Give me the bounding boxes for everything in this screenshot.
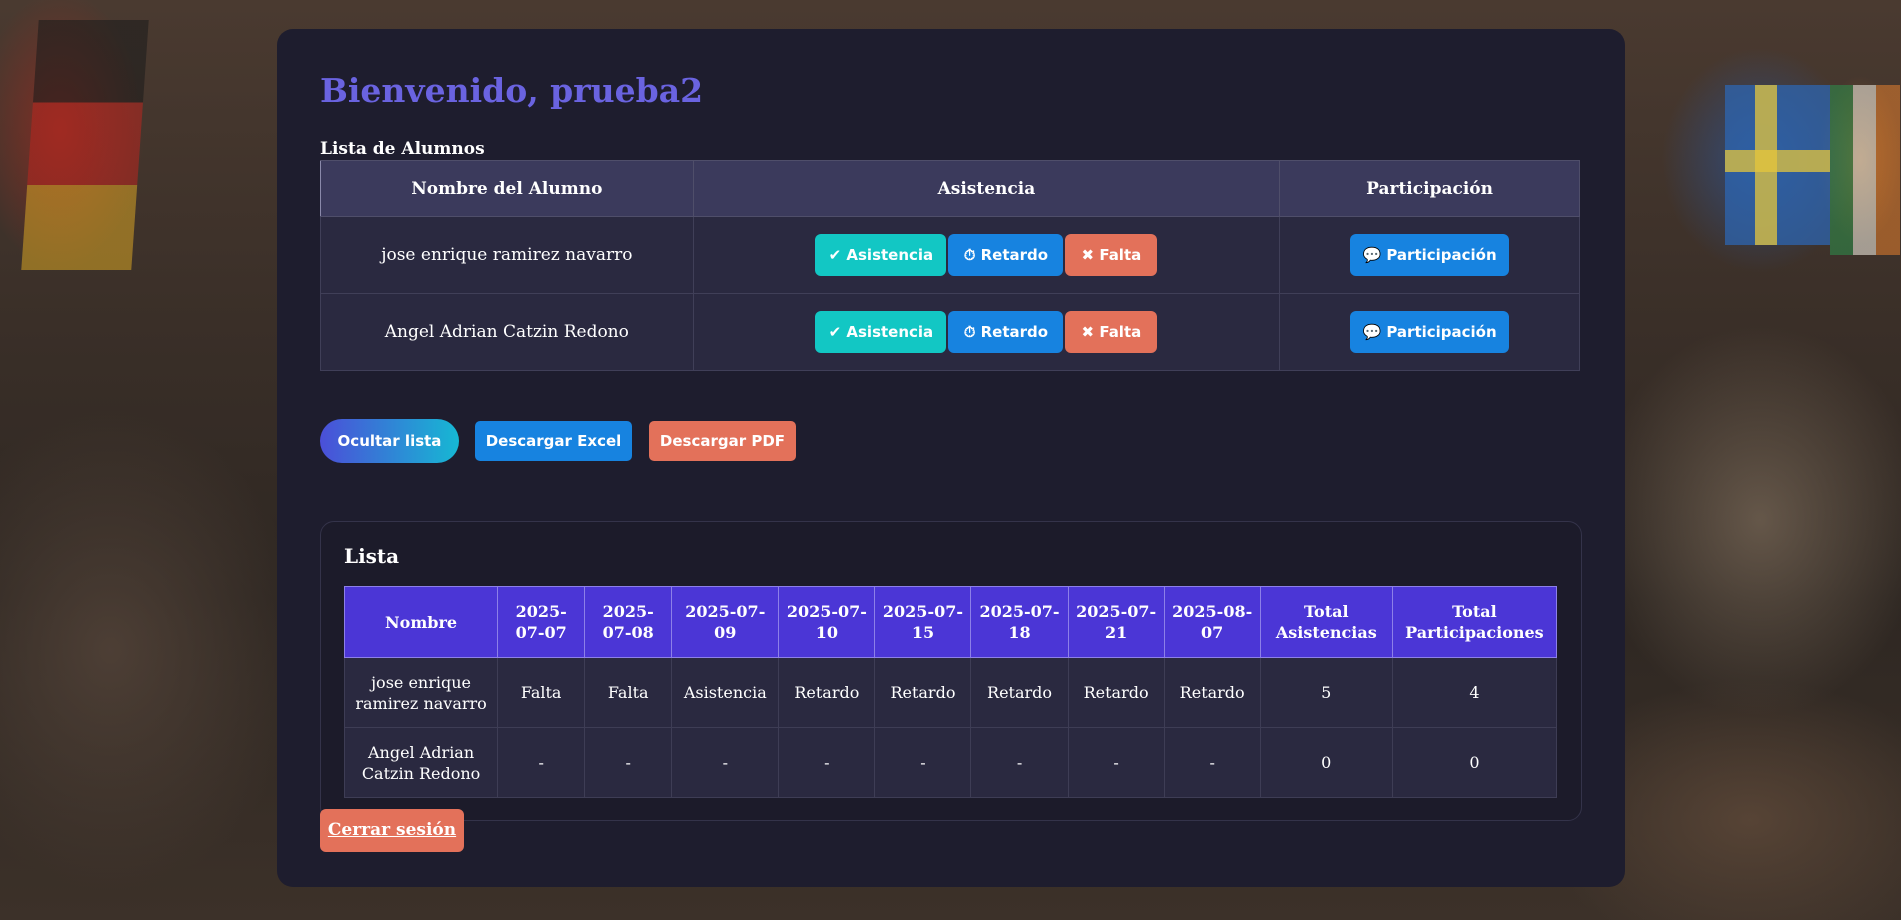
report-cell: Retardo: [778, 657, 876, 728]
report-column-header: 2025-07-15: [874, 586, 972, 658]
report-cell: -: [970, 727, 1069, 798]
table-row: Angel Adrian Catzin Redono - - - - - - -…: [343, 727, 1558, 798]
report-column-header: 2025-07-08: [584, 586, 673, 658]
report-title: Lista: [344, 544, 400, 568]
attendance-button[interactable]: ✔ Asistencia: [815, 234, 947, 276]
students-list-label: Lista de Alumnos: [320, 139, 485, 159]
report-cell: -: [1067, 727, 1165, 798]
attendance-cell: ✔ Asistencia ⏱ Retardo ✖ Falta: [692, 293, 1281, 371]
report-column-header: 2025-07-18: [970, 586, 1069, 658]
report-cell: -: [497, 727, 586, 798]
absent-button[interactable]: ✖ Falta: [1065, 234, 1158, 276]
report-cell: 4: [1391, 657, 1558, 728]
students-table: Nombre del Alumno Asistencia Participaci…: [320, 160, 1580, 371]
report-column-header: Total Asistencias: [1259, 586, 1393, 658]
report-column-header: 2025-07-09: [671, 586, 780, 658]
column-header-participation: Participación: [1279, 160, 1580, 217]
report-header-row: Nombre 2025-07-07 2025-07-08 2025-07-09 …: [343, 586, 1558, 658]
attendance-button[interactable]: ✔ Asistencia: [815, 311, 947, 353]
report-cell: -: [874, 727, 972, 798]
flag-decoration-left: [21, 20, 149, 270]
report-cell: -: [1163, 727, 1261, 798]
late-button[interactable]: ⏱ Retardo: [948, 311, 1064, 353]
report-column-header: 2025-07-21: [1067, 586, 1165, 658]
flag-decoration-far-right: [1830, 85, 1900, 255]
flag-cross-right-h: [1725, 150, 1830, 172]
attendance-cell: ✔ Asistencia ⏱ Retardo ✖ Falta: [692, 216, 1281, 294]
report-cell: -: [778, 727, 876, 798]
main-panel: Bienvenido, prueba2 Lista de Alumnos Nom…: [277, 29, 1625, 887]
report-cell: Retardo: [1067, 657, 1165, 728]
absent-button[interactable]: ✖ Falta: [1065, 311, 1158, 353]
download-excel-button[interactable]: Descargar Excel: [475, 421, 632, 461]
report-cell: -: [584, 727, 673, 798]
download-pdf-button[interactable]: Descargar PDF: [649, 421, 796, 461]
report-column-header: 2025-07-07: [497, 586, 586, 658]
participation-cell: 💬 Participación: [1279, 293, 1580, 371]
report-cell: -: [671, 727, 780, 798]
report-cell: Asistencia: [671, 657, 780, 728]
table-row: Angel Adrian Catzin Redono ✔ Asistencia ⏱…: [320, 293, 1580, 371]
report-cell: Falta: [584, 657, 673, 728]
report-table: Nombre 2025-07-07 2025-07-08 2025-07-09 …: [343, 586, 1558, 798]
report-cell: Falta: [497, 657, 586, 728]
report-cell: Angel Adrian Catzin Redono: [343, 727, 499, 798]
report-cell: jose enrique ramirez navarro: [343, 657, 499, 728]
page-title: Bienvenido, prueba2: [320, 71, 704, 110]
late-button[interactable]: ⏱ Retardo: [948, 234, 1064, 276]
participation-button[interactable]: 💬 Participación: [1350, 311, 1510, 353]
students-table-header: Nombre del Alumno Asistencia Participaci…: [320, 160, 1580, 217]
report-column-header: 2025-07-10: [778, 586, 876, 658]
report-card: Lista Nombre 2025-07-07 2025-07-08 2025-…: [320, 521, 1582, 821]
report-cell: 0: [1391, 727, 1558, 798]
student-name: jose enrique ramirez navarro: [320, 216, 694, 294]
report-column-header: 2025-08-07: [1163, 586, 1261, 658]
report-cell: Retardo: [1163, 657, 1261, 728]
report-cell: 0: [1259, 727, 1393, 798]
report-cell: Retardo: [970, 657, 1069, 728]
participation-button[interactable]: 💬 Participación: [1350, 234, 1510, 276]
table-row: jose enrique ramirez navarro ✔ Asistenci…: [320, 216, 1580, 294]
table-row: jose enrique ramirez navarro Falta Falta…: [343, 657, 1558, 728]
column-header-attendance: Asistencia: [692, 160, 1281, 217]
report-cell: Retardo: [874, 657, 972, 728]
report-column-header: Total Participaciones: [1391, 586, 1558, 658]
report-cell: 5: [1259, 657, 1393, 728]
logout-button[interactable]: Cerrar sesión: [320, 809, 464, 852]
column-header-name: Nombre del Alumno: [320, 160, 694, 217]
hide-list-button[interactable]: Ocultar lista: [320, 419, 459, 463]
student-name: Angel Adrian Catzin Redono: [320, 293, 694, 371]
report-column-header: Nombre: [343, 586, 499, 658]
participation-cell: 💬 Participación: [1279, 216, 1580, 294]
